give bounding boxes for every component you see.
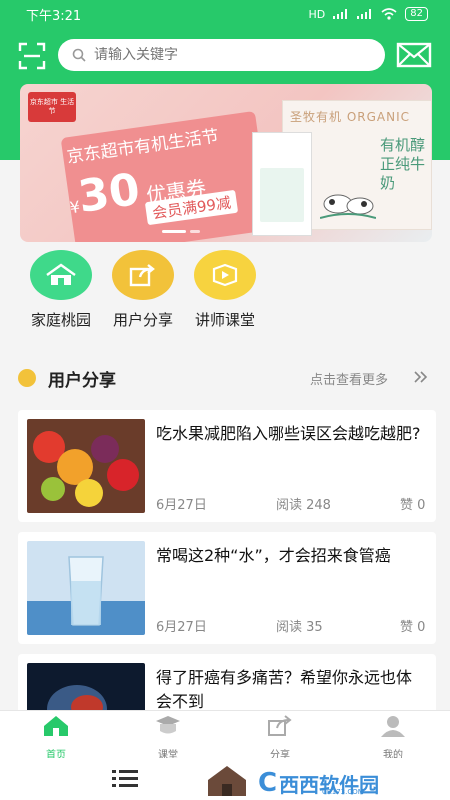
- article-date: 6月27日: [156, 498, 207, 513]
- article-card[interactable]: 常喝这2种“水”，才会招来食管癌 6月27日 阅读 35 赞 0: [18, 532, 436, 644]
- banner-dot-active[interactable]: [162, 230, 186, 233]
- milk-carton-label: [260, 168, 304, 222]
- fruit-image: [27, 419, 145, 513]
- search-bar[interactable]: [58, 39, 385, 71]
- banner-brand: 圣牧有机 ORGANIC: [290, 110, 411, 124]
- water-glass-image: [27, 541, 145, 635]
- mail-icon[interactable]: [396, 41, 432, 69]
- promo-banner[interactable]: 京东超市 生活节 京东超市有机生活节 ¥ 30 优惠券 会员满99减 圣牧有机 …: [20, 84, 432, 242]
- article-date: 6月27日: [156, 620, 207, 635]
- classroom-tab-icon: [156, 716, 180, 734]
- quick-item-family-garden[interactable]: 家庭桃园: [16, 250, 106, 330]
- article-title: 吃水果减肥陷入哪些误区会越吃越肥?: [156, 424, 421, 443]
- tab-share[interactable]: 分享: [250, 715, 310, 761]
- article-card[interactable]: 吃水果减肥陷入哪些误区会越吃越肥? 6月27日 阅读 248 赞 0: [18, 410, 436, 522]
- wifi-icon: [381, 8, 397, 20]
- article-likes[interactable]: 赞 0: [400, 616, 425, 635]
- banner-dot[interactable]: [190, 230, 200, 233]
- cow-illustration: [320, 194, 376, 219]
- quick-item-label: 讲师课堂: [194, 311, 255, 329]
- profile-tab-icon: [381, 716, 405, 737]
- scan-icon[interactable]: [18, 42, 46, 70]
- share-icon: [112, 250, 174, 300]
- system-nav-bar: C 西西软件园: [0, 758, 450, 800]
- article-reads: 阅读 35: [276, 620, 323, 635]
- status-icons: HD 82: [309, 7, 428, 21]
- search-input[interactable]: [94, 47, 354, 63]
- article-title: 常喝这2种“水”，才会招来食管癌: [156, 546, 391, 565]
- share-tab-icon: [268, 715, 292, 736]
- signal-icon-2: [357, 9, 372, 19]
- signal-icon: [333, 9, 348, 19]
- search-icon: [72, 48, 86, 62]
- quick-item-user-share[interactable]: 用户分享: [98, 250, 188, 330]
- home-tab-icon: [44, 716, 68, 736]
- view-more-link[interactable]: 点击查看更多: [310, 369, 388, 388]
- banner-product: 有机醇正纯牛奶: [380, 136, 426, 192]
- search-row: [0, 36, 450, 76]
- banner-pagination: [162, 230, 200, 233]
- section-title: 用户分享: [48, 371, 116, 391]
- quick-item-label: 家庭桃园: [30, 311, 91, 329]
- quick-menu: 家庭桃园 用户分享 讲师课堂: [0, 250, 450, 340]
- quick-item-lecturer-class[interactable]: 讲师课堂: [180, 250, 270, 330]
- network-label: HD: [308, 7, 326, 21]
- status-bar: 下午3:21 HD 82: [0, 0, 450, 28]
- quick-item-label: 用户分享: [112, 311, 173, 329]
- class-icon: [194, 250, 256, 300]
- house-watermark-icon: [208, 766, 246, 796]
- article-likes[interactable]: 赞 0: [400, 494, 425, 513]
- share-section-icon: [18, 369, 36, 387]
- tab-mine[interactable]: 我的: [363, 715, 423, 761]
- watermark-c-icon: C: [258, 768, 278, 798]
- status-time: 下午3:21: [26, 8, 82, 24]
- double-chevron-right-icon[interactable]: [412, 368, 430, 386]
- article-title: 得了肝癌有多痛苦？希望你永远也体会不到: [156, 668, 413, 711]
- banner-amount: 30: [75, 163, 143, 223]
- bottom-nav: 首页 课堂 分享 我的: [0, 710, 450, 761]
- section-header: 用户分享 点击查看更多: [0, 360, 450, 396]
- menu-icon[interactable]: [112, 768, 138, 790]
- tab-home[interactable]: 首页: [26, 715, 86, 761]
- article-reads: 阅读 248: [276, 498, 331, 513]
- watermark-sub: CR173.COM: [322, 788, 364, 796]
- home-icon: [30, 250, 92, 300]
- banner-logo: 京东超市 生活节: [28, 92, 76, 122]
- tab-classroom[interactable]: 课堂: [138, 715, 198, 761]
- battery-icon: 82: [405, 7, 428, 21]
